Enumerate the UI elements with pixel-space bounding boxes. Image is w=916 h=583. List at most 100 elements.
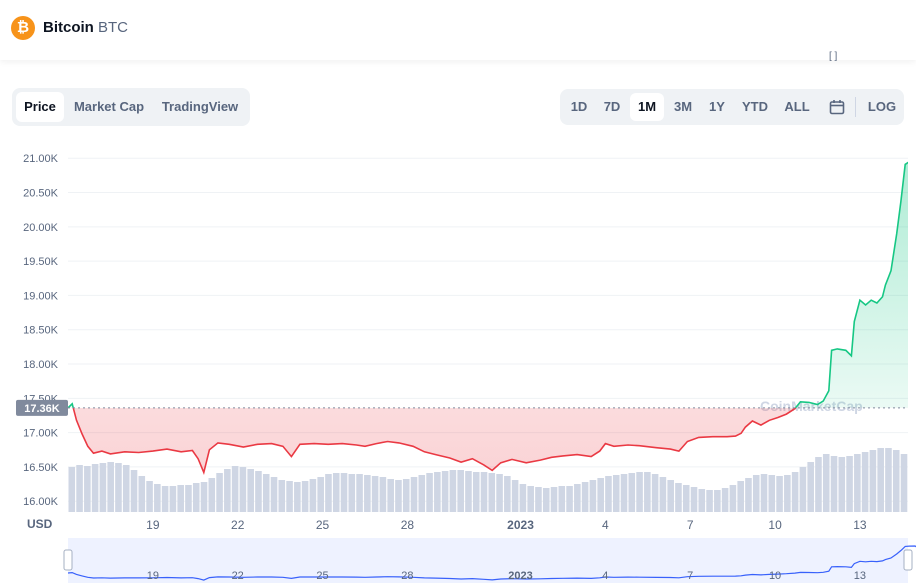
volume-bar [317,477,324,512]
x-tick-label: 2023 [507,518,534,532]
current-price-badge: 17.36K [16,399,68,416]
volume-bar [255,471,262,512]
range-navigator[interactable]: 19 22 25 28 2023 4 7 10 13 [63,538,916,583]
volume-bar [885,448,892,512]
y-tick-label: 18.00K [23,359,59,371]
volume-bar [107,462,114,512]
x-tick-label: 19 [146,518,160,532]
volume-bar [558,486,566,512]
volume-bar [745,478,752,512]
volume-bar [527,486,534,512]
volume-bar [900,454,908,512]
volume-bar [597,478,604,512]
volume-bar [737,481,744,512]
volume-bar [768,475,776,512]
volume-bar [612,475,620,512]
volume-bar [91,464,99,512]
volume-bar [644,472,651,512]
volume-bar [395,480,402,512]
volume-bar [418,475,426,512]
y-tick-label: 18.50K [23,325,59,337]
volume-bar [815,457,822,512]
volume-bar [721,488,729,512]
y-tick-label: 19.00K [23,290,59,302]
volume-bar [402,479,410,512]
y-tick-label: 19.50K [23,256,59,268]
x-tick-label: 10 [768,518,782,532]
volume-bar [799,467,807,512]
price-chart[interactable]: 21.00K 20.50K 20.00K 19.50K 19.00K 18.50K 18.0… [0,0,916,583]
navigator-tick-label: 2023 [508,570,532,582]
navigator-right-handle[interactable] [903,549,913,571]
volume-bar [200,482,208,512]
volume-bar [84,466,91,512]
volume-bar [434,472,441,512]
volume-bar [99,463,107,512]
volume-bar [682,485,690,512]
volume-bar [846,456,853,512]
volume-bar [169,486,177,512]
volume-bar [262,474,270,512]
volume-bar [387,479,394,512]
navigator-tick-label: 28 [401,570,413,582]
current-price-label: 17.36K [24,403,60,415]
volume-bar [294,482,301,512]
x-tick-label: 7 [687,518,694,532]
volume-bar [830,456,838,512]
volume-bar [636,472,643,512]
volume-bar [566,486,573,512]
navigator-tick-label: 25 [316,570,328,582]
navigator-background [68,538,908,583]
volume-bar [364,475,371,512]
volume-bar [115,463,122,512]
volume-bar [130,470,138,512]
volume-bar [519,484,527,512]
volume-bar [356,474,363,512]
volume-bar [807,462,814,512]
volume-bar [869,450,877,512]
volume-bar [752,475,760,512]
volume-bar [542,488,550,512]
volume-bar [776,476,783,512]
volume-bar [714,490,721,512]
volume-bar [589,480,597,512]
volume-bar [286,481,293,512]
y-tick-label: 20.00K [23,222,59,234]
volume-bar [854,454,861,512]
volume-bar [138,476,146,512]
volume-bar [698,489,706,512]
volume-bar [620,474,628,512]
volume-bar [535,487,542,512]
y-tick-label: 17.00K [23,428,59,440]
volume-bar [729,485,737,512]
volume-bar [784,475,791,512]
x-axis-labels: 19 22 25 28 2023 4 7 10 13 [146,518,867,532]
volume-bar [496,474,503,512]
price-area-down [73,407,796,473]
volume-bar [480,472,488,512]
x-tick-label: 22 [231,518,245,532]
volume-bar [628,473,636,512]
volume-bar [838,457,846,512]
navigator-left-handle[interactable] [63,549,73,571]
volume-bar [605,476,612,512]
navigator-tick-label: 7 [687,570,693,582]
navigator-tick-label: 22 [232,570,244,582]
navigator-tick-label: 4 [602,570,608,582]
y-axis-labels: 21.00K 20.50K 20.00K 19.50K 19.00K 18.50K 18.0… [23,153,59,508]
volume-bar [667,480,674,512]
volume-bar [161,486,169,512]
x-tick-label: 4 [602,518,609,532]
volume-bar [239,467,247,512]
volume-bar [892,450,900,512]
volume-bar [659,477,667,512]
volume-bar [706,490,713,512]
y-tick-label: 16.00K [23,496,59,508]
volume-bar [574,484,581,512]
volume-bar [550,487,558,512]
volume-bar [301,481,309,512]
volume-bar [379,477,387,512]
volume-bar [410,477,418,512]
price-series [68,161,908,475]
volume-bar [675,483,682,512]
